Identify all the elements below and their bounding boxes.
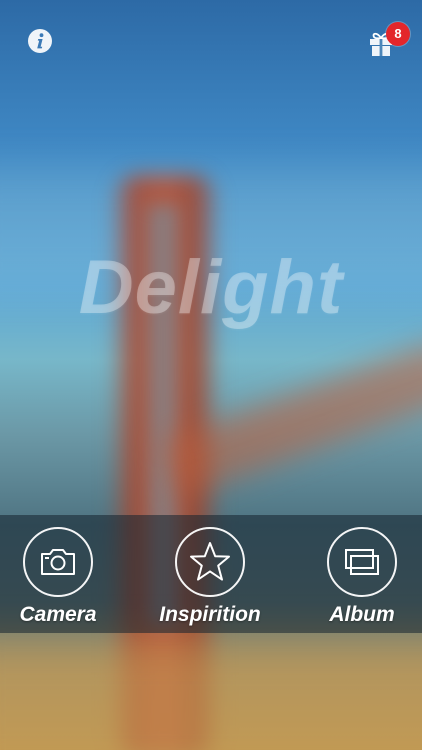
album-button-circle (327, 527, 397, 597)
background-bridge-cable (159, 339, 422, 499)
app-logo-text: Delight (78, 245, 344, 330)
background-ground (0, 640, 422, 750)
album-button[interactable]: Album (292, 527, 422, 627)
info-icon (28, 29, 52, 53)
star-icon (190, 542, 230, 581)
inspiration-button[interactable]: Inspirition (140, 527, 280, 627)
camera-button[interactable]: Camera (0, 527, 128, 627)
camera-label: Camera (19, 603, 97, 626)
album-icon (345, 549, 379, 575)
camera-button-circle (23, 527, 93, 597)
home-screen: 8 Delight Camera Inspirition Album (0, 0, 422, 750)
camera-icon (41, 549, 75, 575)
action-toolbar: Camera Inspirition Album (0, 515, 422, 633)
inspiration-button-circle (175, 527, 245, 597)
notification-badge: 8 (386, 22, 410, 46)
album-label: Album (329, 603, 395, 626)
inspiration-label: Inspirition (159, 603, 261, 626)
info-button[interactable] (27, 28, 53, 54)
